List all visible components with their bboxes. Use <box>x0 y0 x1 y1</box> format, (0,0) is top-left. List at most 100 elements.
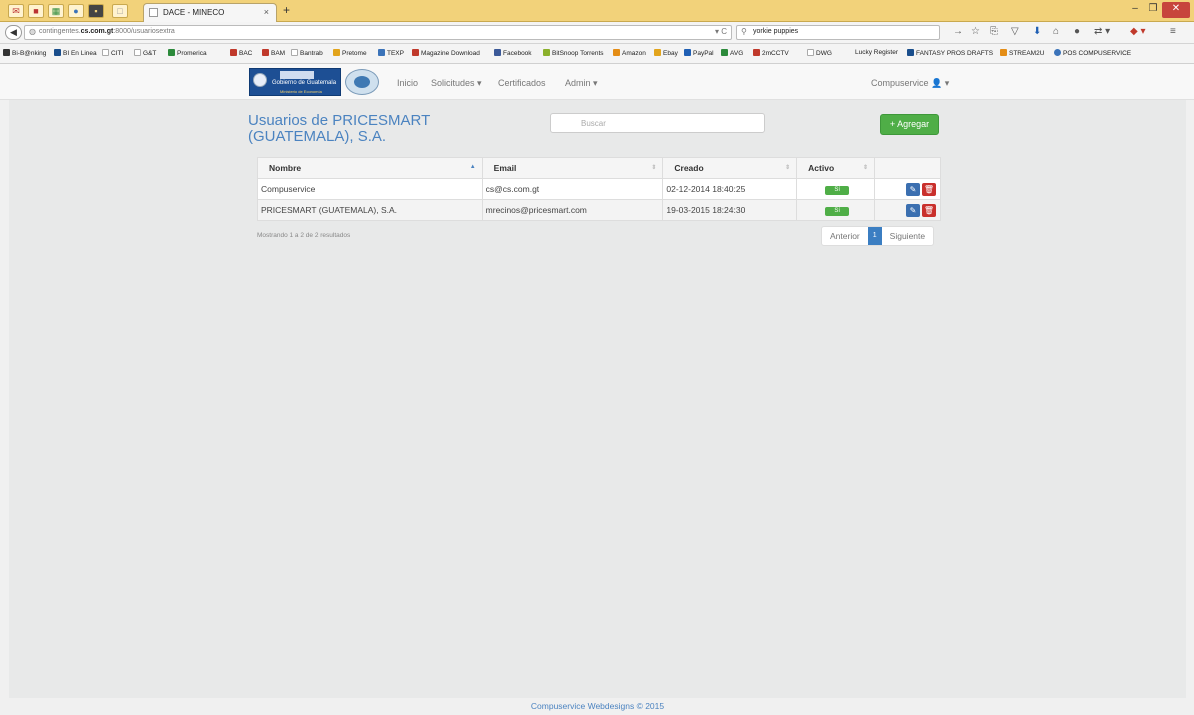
user-menu[interactable]: Compuservice 👤 ▾ <box>871 78 949 89</box>
bookmark-icon <box>1054 49 1061 56</box>
go-arrow-icon[interactable]: → <box>953 26 963 37</box>
pinned-tab-circle-icon[interactable]: ● <box>68 4 84 18</box>
bookmark-icon <box>543 49 550 56</box>
edit-pencil-icon[interactable]: ✎ <box>906 182 920 196</box>
search-input[interactable] <box>550 113 765 133</box>
extension-icon[interactable]: ⇄ ▾ <box>1094 26 1110 37</box>
tab-close-icon[interactable]: × <box>264 7 269 17</box>
cell-email: cs@cs.com.gt <box>481 178 664 200</box>
table-header-row: Nombre ▲ Email ⇕ Creado ⇕ Activo ⇕ <box>257 157 941 179</box>
restore-icon[interactable]: ❐ <box>1146 2 1160 18</box>
bookmark[interactable]: AVG <box>721 49 743 57</box>
back-arrow-icon[interactable]: ◀ <box>5 25 22 40</box>
bookmark[interactable]: G&T <box>134 49 156 57</box>
bookmark[interactable]: BAC <box>230 49 252 57</box>
logo-subtext: Ministerio de Economía <box>280 89 322 94</box>
star-icon[interactable]: ☆ <box>971 26 980 37</box>
bookmark[interactable]: Lucky Register <box>855 49 898 56</box>
pocket-icon[interactable]: ▽ <box>1011 26 1019 37</box>
download-icon[interactable]: ⬇ <box>1033 26 1041 37</box>
pager-page-1[interactable]: 1 <box>867 227 882 245</box>
new-tab-icon[interactable]: + <box>283 3 290 17</box>
column-header-creado[interactable]: Creado ⇕ <box>662 157 798 179</box>
addon-icon[interactable]: ◆ ▾ <box>1130 26 1146 37</box>
bookmark[interactable]: Ebay <box>654 49 678 57</box>
active-tab[interactable]: DACE - MINECO × <box>143 3 277 22</box>
bookmark-icon <box>134 49 141 56</box>
bookmark[interactable]: BAM <box>262 49 285 57</box>
column-header-email[interactable]: Email ⇕ <box>481 157 664 179</box>
pinned-tab-td-icon[interactable]: ■ <box>28 4 44 18</box>
browser-search-text: yorkie puppies <box>753 28 799 35</box>
column-header-actions <box>874 157 941 179</box>
nav-certificados[interactable]: Certificados <box>498 78 546 88</box>
delete-trash-icon[interactable]: 🗑 <box>922 203 936 217</box>
bookmark[interactable]: Bi-B@nking <box>3 49 46 57</box>
chat-icon[interactable]: ● <box>1074 26 1080 37</box>
close-window-icon[interactable]: ✕ <box>1162 2 1190 18</box>
sort-icon: ⇕ <box>651 165 657 171</box>
bookmark[interactable]: Amazon <box>613 49 646 57</box>
bookmark-icon <box>907 49 914 56</box>
delete-trash-icon[interactable]: 🗑 <box>922 182 936 196</box>
bookmark[interactable]: FANTASY PROS DRAFTS <box>907 49 993 57</box>
url-text: contingentes.cs.com.gt:8000/usuariosextr… <box>39 28 175 35</box>
footer-copyright: © 2015 <box>634 701 665 711</box>
results-info: Mostrando 1 a 2 de 2 resultados <box>257 232 351 239</box>
pager-prev-button[interactable]: Anterior <box>822 227 868 245</box>
bookmark-icon <box>102 49 109 56</box>
building-icon <box>280 71 314 79</box>
pagination: Anterior 1 Siguiente <box>821 226 935 246</box>
column-header-nombre[interactable]: Nombre ▲ <box>257 157 483 179</box>
bookmarks-bar: Bi-B@nking BI En Linea CITI G&T Promeric… <box>0 44 1194 64</box>
page-title: Usuarios de PRICESMART (GUATEMALA), S.A. <box>248 112 431 145</box>
pinned-tab-blank-icon[interactable]: □ <box>112 4 128 18</box>
pager-next-button[interactable]: Siguiente <box>882 227 933 245</box>
edit-pencil-icon[interactable]: ✎ <box>906 203 920 217</box>
bookmark[interactable]: Magazine Download <box>412 49 480 57</box>
bookmark[interactable]: Pretome <box>333 49 367 57</box>
cell-actions: ✎ 🗑 <box>874 178 941 200</box>
bookmark[interactable]: DWG <box>807 49 832 57</box>
footer-link[interactable]: Compuservice Webdesigns <box>531 701 634 711</box>
nav-admin[interactable]: Admin ▾ <box>565 78 598 89</box>
pinned-tab-dark-icon[interactable]: ▪ <box>88 4 104 18</box>
bookmark[interactable]: BitSnoop Torrents <box>543 49 604 57</box>
home-icon[interactable]: ⌂ <box>1053 26 1059 37</box>
bookmark-icon <box>412 49 419 56</box>
users-table: Nombre ▲ Email ⇕ Creado ⇕ Activo ⇕ Compuserv… <box>257 157 941 221</box>
add-button[interactable]: + Agregar <box>880 114 939 135</box>
bookmark[interactable]: Facebook <box>494 49 532 57</box>
sort-icon: ⇕ <box>863 165 869 171</box>
bookmark[interactable]: 2mCCTV <box>753 49 789 57</box>
clipboard-icon[interactable]: ⎘ <box>990 26 998 37</box>
bookmark[interactable]: CITI <box>102 49 123 57</box>
bookmark[interactable]: STREAM2U <box>1000 49 1044 57</box>
reload-icon[interactable]: ▾ C <box>715 27 727 36</box>
url-bar[interactable]: ◍ contingentes.cs.com.gt:8000/usuariosex… <box>24 25 732 40</box>
nav-inicio[interactable]: Inicio <box>397 78 418 88</box>
bookmark-icon <box>230 49 237 56</box>
bookmark-icon <box>613 49 620 56</box>
bookmark[interactable]: Bantrab <box>291 49 323 57</box>
bookmark[interactable]: POS COMPUSERVICE <box>1054 49 1131 57</box>
table-row: Compuservice cs@cs.com.gt 02-12-2014 18:… <box>257 178 941 200</box>
nav-solicitudes[interactable]: Solicitudes ▾ <box>431 78 482 89</box>
cell-creado: 19-03-2015 18:24:30 <box>662 199 798 221</box>
bookmark[interactable]: TEXP <box>378 49 404 57</box>
browser-search-bar[interactable]: ⚲ yorkie puppies <box>736 25 940 40</box>
pinned-tab-sheet-icon[interactable]: ▦ <box>48 4 64 18</box>
bookmark[interactable]: BI En Linea <box>54 49 97 57</box>
pinned-tab-mail-icon[interactable]: ✉ <box>8 4 24 18</box>
menu-icon[interactable]: ≡ <box>1170 26 1176 37</box>
gobierno-logo[interactable]: Gobierno de Guatemala Ministerio de Econ… <box>249 68 341 96</box>
bookmark[interactable]: PayPal <box>684 49 714 57</box>
cell-activo: Sí <box>796 199 876 221</box>
column-header-activo[interactable]: Activo ⇕ <box>796 157 876 179</box>
sort-asc-icon: ▲ <box>469 164 476 170</box>
bookmark[interactable]: Promerica <box>168 49 207 57</box>
bookmark-icon <box>54 49 61 56</box>
mineco-logo[interactable] <box>345 69 379 95</box>
minimize-icon[interactable]: – <box>1128 2 1142 18</box>
cell-creado: 02-12-2014 18:40:25 <box>662 178 798 200</box>
